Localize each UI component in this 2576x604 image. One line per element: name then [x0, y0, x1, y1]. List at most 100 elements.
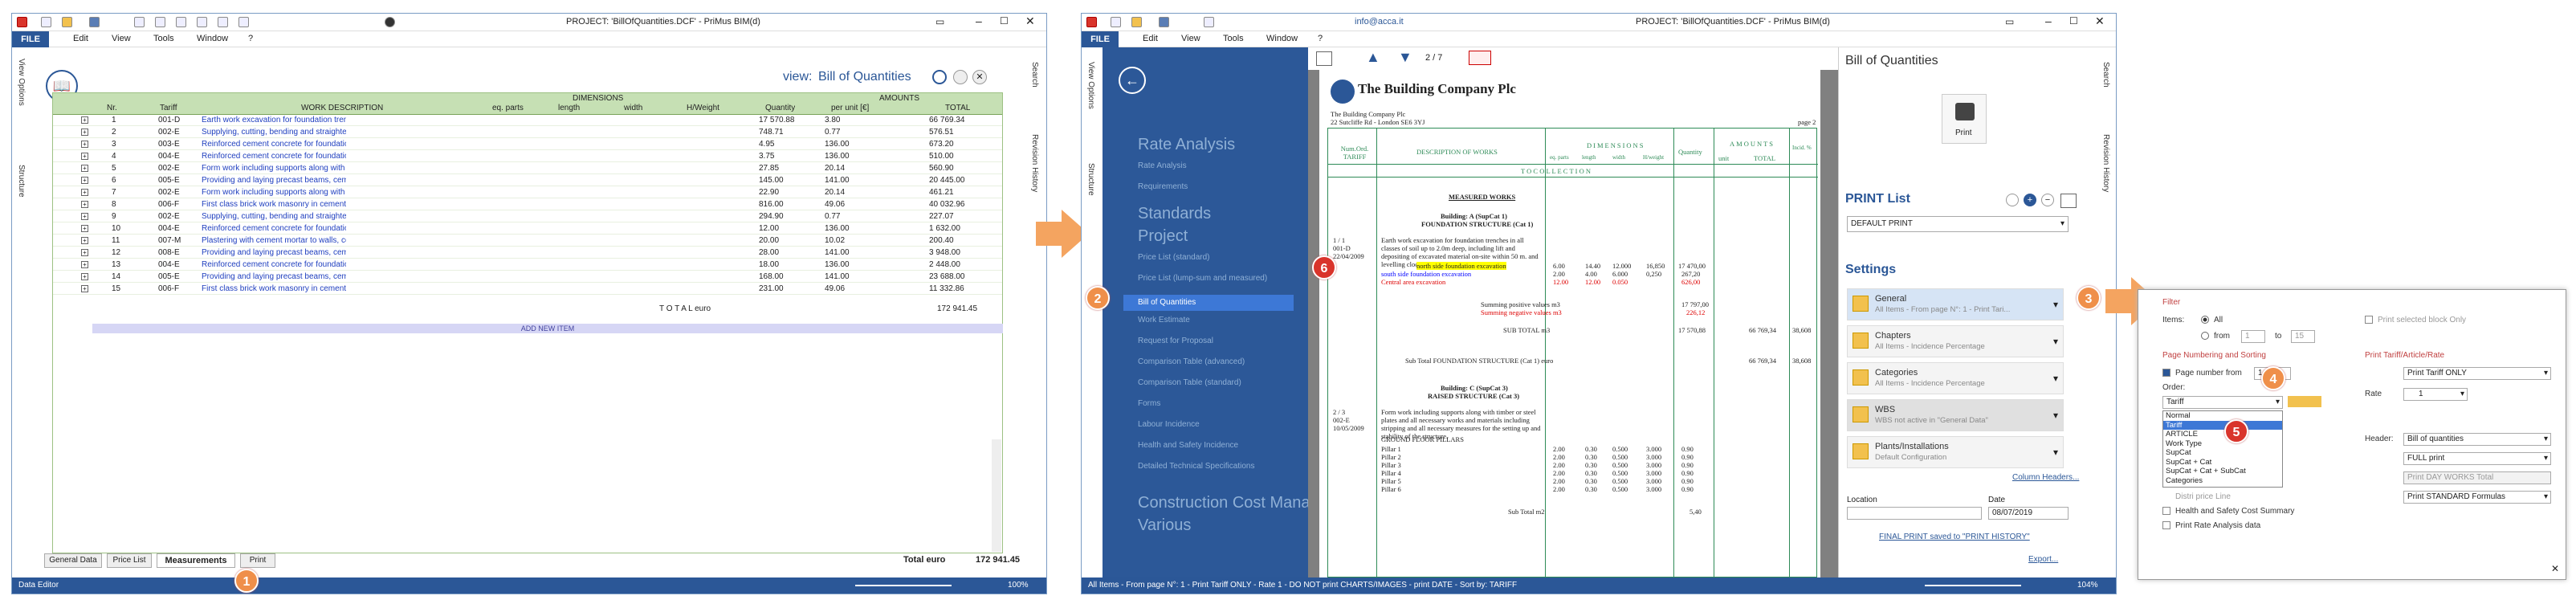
print-button[interactable]: Print: [1942, 94, 1987, 144]
full-print-select[interactable]: FULL print ▾: [2403, 452, 2551, 465]
view-options-tab[interactable]: View Options: [1086, 62, 1095, 109]
table-row[interactable]: +2 002-E Supplying, cutting, bending and s…: [52, 127, 1003, 138]
table-row[interactable]: +4 004-E Reinforced cement concrete for fo…: [52, 151, 1003, 162]
table-row[interactable]: +9 002-E Supplying, cutting, bending and s…: [52, 211, 1003, 222]
new-file-icon[interactable]: [1111, 17, 1121, 27]
scrollbar[interactable]: [992, 439, 1001, 552]
to-input[interactable]: 15: [2291, 330, 2315, 343]
formulas-select[interactable]: Print STANDARD Formulas ▾: [2403, 491, 2551, 504]
menu-help[interactable]: ?: [248, 34, 253, 43]
expand-icon[interactable]: +: [81, 249, 88, 256]
page-counter[interactable]: 2 / 7: [1425, 53, 1442, 63]
close-icon[interactable]: ✕: [2095, 14, 2105, 28]
settings-item[interactable]: WBS WBS not active in "General Data" ▾: [1847, 399, 2064, 431]
nav-item[interactable]: Price List (standard): [1138, 253, 1209, 262]
order-option[interactable]: ARTICLE: [2163, 430, 2282, 439]
undo-icon[interactable]: [155, 17, 165, 27]
maximize-icon[interactable]: ☐: [1000, 15, 1009, 27]
structure-tab[interactable]: Structure: [1086, 163, 1095, 196]
maximize-icon[interactable]: ☐: [2069, 15, 2078, 27]
table-row[interactable]: +15 006-F First class brick work masonry i…: [52, 284, 1003, 295]
nav-rate-analysis[interactable]: Rate Analysis: [1138, 161, 1187, 170]
nav-item[interactable]: Labour Incidence: [1138, 420, 1200, 429]
menu-window[interactable]: Window: [197, 34, 228, 43]
final-print-link[interactable]: FINAL PRINT saved to "PRINT HISTORY": [1879, 533, 2030, 541]
radio-all[interactable]: [2201, 316, 2209, 324]
expand-icon[interactable]: +: [81, 141, 88, 148]
print-icon[interactable]: [134, 17, 145, 27]
page-number-checkbox[interactable]: [2162, 369, 2170, 377]
rate-select[interactable]: 1 ▾: [2403, 388, 2468, 401]
revision-history-tab[interactable]: Revision History: [1030, 134, 1039, 192]
tab-general-data[interactable]: General Data: [44, 553, 102, 568]
table-row[interactable]: +8 006-F First class brick work masonry in…: [52, 199, 1003, 210]
order-option[interactable]: SupCat: [2163, 448, 2282, 457]
settings-item[interactable]: Plants/Installations Default Configuratio…: [1847, 436, 2064, 468]
nav-item[interactable]: Request for Proposal: [1138, 337, 1213, 345]
table-row[interactable]: +6 005-E Providing and laying precast beam…: [52, 175, 1003, 186]
nav-item[interactable]: Health and Safety Incidence: [1138, 441, 1238, 450]
paste-icon[interactable]: [238, 17, 249, 27]
nav-item[interactable]: Comparison Table (standard): [1138, 378, 1241, 387]
table-row[interactable]: +7 002-E Form work including supports alon…: [52, 187, 1003, 198]
print-icon[interactable]: [1204, 17, 1214, 27]
menu-view[interactable]: View: [112, 34, 131, 43]
day-works-select[interactable]: Print DAY WORKS Total: [2403, 471, 2551, 484]
search-tab[interactable]: Search: [1030, 62, 1039, 88]
settings-item[interactable]: Categories All Items - Incidence Percenta…: [1847, 362, 2064, 394]
nav-item[interactable]: Bill of Quantities: [1123, 295, 1294, 311]
from-input[interactable]: 1: [2241, 330, 2265, 343]
close-view-icon[interactable]: ✕: [972, 70, 987, 84]
open-folder-icon[interactable]: [1131, 17, 1142, 27]
redo-icon[interactable]: [176, 17, 186, 27]
menu-help[interactable]: ?: [1318, 34, 1323, 43]
menu-file[interactable]: FILE: [12, 31, 49, 47]
table-row[interactable]: +3 003-E Reinforced cement concrete for fo…: [52, 139, 1003, 150]
expand-icon[interactable]: +: [81, 177, 88, 184]
expand-icon[interactable]: +: [81, 285, 88, 292]
column-headers-link[interactable]: Column Headers...: [2012, 473, 2079, 482]
view-options-tab[interactable]: View Options: [17, 59, 26, 106]
expand-icon[interactable]: +: [81, 116, 88, 124]
restore-icon[interactable]: ▭: [935, 16, 944, 27]
menu-file[interactable]: FILE: [1082, 31, 1119, 47]
save-icon[interactable]: [89, 17, 100, 27]
nav-requirements[interactable]: Requirements: [1138, 182, 1188, 191]
expand-icon[interactable]: +: [81, 273, 88, 280]
zoom-slider[interactable]: [855, 585, 952, 586]
dialog-close-icon[interactable]: ✕: [2551, 563, 2559, 574]
structure-tab[interactable]: Structure: [17, 165, 26, 198]
health-checkbox[interactable]: [2162, 507, 2170, 515]
print-selected-checkbox[interactable]: [2365, 316, 2373, 324]
expand-icon[interactable]: +: [81, 189, 88, 196]
remove-print-icon[interactable]: −: [2041, 194, 2054, 206]
table-row[interactable]: +11 007-M Plastering with cement mortar to…: [52, 235, 1003, 247]
zoom-slider[interactable]: [1925, 585, 2021, 586]
save-icon[interactable]: [1159, 17, 1169, 27]
view-toggle-icon[interactable]: [932, 70, 947, 84]
menu-edit[interactable]: Edit: [73, 34, 88, 43]
print-grid-icon[interactable]: [2060, 194, 2077, 208]
print-list-select[interactable]: DEFAULT PRINT ▾: [1847, 216, 2069, 232]
open-folder-icon[interactable]: [62, 17, 72, 27]
table-row[interactable]: +12 008-E Providing and laying precast bea…: [52, 247, 1003, 259]
nav-item[interactable]: Work Estimate: [1138, 316, 1190, 324]
export-doc-icon[interactable]: [1469, 51, 1491, 65]
order-select[interactable]: Tariff ▾: [2162, 396, 2283, 409]
add-print-icon[interactable]: +: [2024, 194, 2036, 206]
tariff-select[interactable]: Print Tariff ONLY ▾: [2403, 367, 2551, 380]
expand-icon[interactable]: +: [81, 225, 88, 232]
order-option[interactable]: Work Type: [2163, 439, 2282, 448]
new-file-icon[interactable]: [41, 17, 51, 27]
header-select[interactable]: Bill of quantities ▾: [2403, 433, 2551, 446]
order-option[interactable]: SupCat + Cat: [2163, 458, 2282, 467]
email-link[interactable]: info@acca.it: [1355, 17, 1404, 27]
expand-icon[interactable]: +: [81, 165, 88, 172]
table-row[interactable]: +10 004-E Reinforced cement concrete for f…: [52, 223, 1003, 235]
menu-tools[interactable]: Tools: [1223, 34, 1244, 43]
menu-tools[interactable]: Tools: [153, 34, 174, 43]
menu-edit[interactable]: Edit: [1143, 34, 1158, 43]
table-row[interactable]: +14 005-E Providing and laying precast bea…: [52, 271, 1003, 283]
expand-icon[interactable]: +: [81, 261, 88, 268]
tab-print[interactable]: Print: [240, 553, 275, 568]
